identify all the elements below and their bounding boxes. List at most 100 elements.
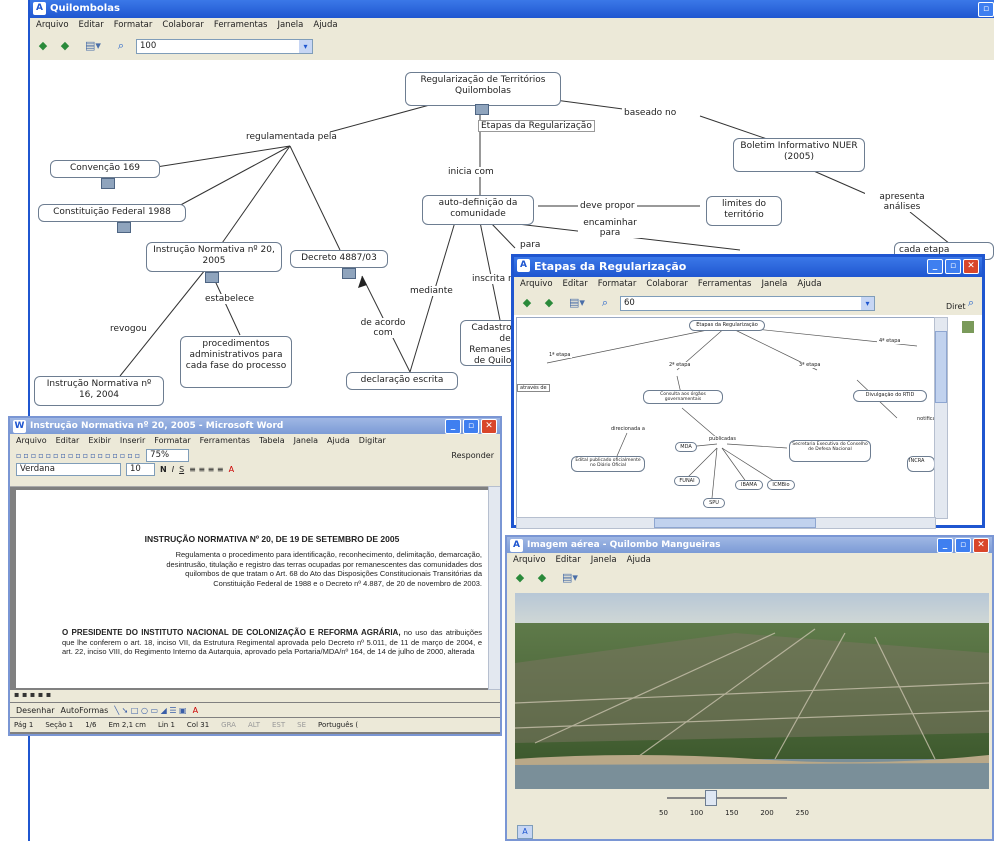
maximize-button[interactable]: ▫ — [955, 538, 971, 553]
back-arrow-icon[interactable]: ◆ — [520, 296, 534, 310]
concept-decreto[interactable]: Decreto 4887/03 — [290, 250, 388, 268]
concept-limites[interactable]: limites do território — [706, 196, 782, 226]
menu-inserir[interactable]: Inserir — [120, 434, 145, 448]
italic-icon[interactable]: I — [172, 465, 174, 474]
drawing-tool-icons[interactable]: ╲ ➘ □ ○ ▭ ◢ ☰ ▣ — [114, 706, 186, 715]
etapas-node-spu[interactable]: SPU — [703, 498, 725, 508]
resource-icon[interactable] — [101, 178, 115, 189]
back-arrow-icon[interactable]: ◆ — [513, 571, 527, 585]
concept-instrucao20[interactable]: Instrução Normativa nº 20, 2005 — [146, 242, 282, 272]
minimize-button[interactable]: _ — [927, 259, 943, 274]
font-color-icon[interactable]: A — [193, 706, 198, 715]
zoom-select[interactable]: 60 ▾ — [620, 295, 875, 311]
menu-editar[interactable]: Editar — [563, 277, 588, 291]
font-name-select[interactable]: Verdana — [16, 462, 121, 476]
menu-colaborar[interactable]: Colaborar — [646, 277, 688, 291]
menu-editar[interactable]: Editar — [56, 434, 80, 448]
etapas-vscroll-thumb[interactable] — [935, 331, 947, 403]
menu-janela[interactable]: Janela — [761, 277, 787, 291]
word-vscrollbar[interactable] — [488, 486, 500, 690]
menu-formatar[interactable]: Formatar — [598, 277, 637, 291]
concept-convencao[interactable]: Convenção 169 — [50, 160, 160, 178]
etapas-node-consulta[interactable]: Consulta aos órgãos governamentais — [643, 390, 723, 404]
underline-icon[interactable]: S — [179, 465, 184, 474]
menu-formatar[interactable]: Formatar — [154, 434, 190, 448]
forward-arrow-icon[interactable]: ◆ — [542, 296, 556, 310]
app-icon: A — [517, 825, 533, 839]
zoom-fit-icon[interactable]: ⌕ — [964, 296, 978, 310]
word-page[interactable]: INSTRUÇÃO NORMATIVA Nº 20, DE 19 DE SETE… — [16, 490, 488, 688]
resource-icon[interactable] — [475, 104, 489, 115]
menu-exibir[interactable]: Exibir — [88, 434, 111, 448]
etapas-hscroll-thumb[interactable] — [654, 518, 816, 528]
maximize-button[interactable]: ▫ — [463, 419, 479, 434]
close-button[interactable]: ✕ — [963, 259, 979, 274]
etapas-node-divulgacao[interactable]: Divulgação do RTID — [853, 390, 927, 402]
resource-icon[interactable] — [117, 222, 131, 233]
status-page: Pág 1 — [14, 721, 34, 729]
app-icon: A — [517, 259, 530, 272]
etapas-node-edital[interactable]: Edital publicado oficialmente no Diário … — [571, 456, 645, 472]
minimize-button[interactable]: _ — [445, 419, 461, 434]
label-para: para — [518, 240, 543, 250]
menu-ajuda[interactable]: Ajuda — [797, 277, 821, 291]
etapas-node-funai[interactable]: FUNAI — [674, 476, 700, 486]
concept-constituicao[interactable]: Constituição Federal 1988 — [38, 204, 186, 222]
maximize-button[interactable]: ▫ — [945, 259, 961, 274]
font-name-value: Verdana — [20, 463, 55, 474]
concept-procedimentos[interactable]: procedimentos administrativos para cada … — [180, 336, 292, 388]
view-mode-icons[interactable]: ▪ ▪ ▪ ▪ ▪ — [10, 690, 51, 699]
reply-button[interactable]: Responder — [451, 451, 494, 460]
autoshapes-menu[interactable]: AutoFormas — [61, 706, 109, 715]
label-mediante: mediante — [408, 286, 455, 296]
etapas-label: 2ª etapa — [667, 362, 693, 368]
forward-arrow-icon[interactable]: ◆ — [535, 571, 549, 585]
resource-panel-icon[interactable] — [962, 321, 974, 333]
view-icon[interactable]: ▤▾ — [557, 571, 583, 585]
close-button[interactable]: ✕ — [481, 419, 497, 434]
concept-root[interactable]: Regularização de Territórios Quilombolas — [405, 72, 561, 106]
word-window: W Instrução Normativa nº 20, 2005 - Micr… — [8, 416, 502, 736]
standard-tool-icons[interactable]: ▫▫▫▫▫▫▫▫▫▫▫▫▫▫▫▫▫ — [16, 451, 142, 460]
etapas-node-mda[interactable]: MDA — [675, 442, 697, 452]
menu-digitar[interactable]: Digitar — [359, 434, 386, 448]
menu-janela[interactable]: Janela — [591, 553, 617, 567]
font-color-icon[interactable]: A — [229, 465, 234, 474]
menu-ferramentas[interactable]: Ferramentas — [200, 434, 250, 448]
concept-instrucao16[interactable]: Instrução Normativa nº 16, 2004 — [34, 376, 164, 406]
close-button[interactable]: ✕ — [973, 538, 989, 553]
menu-tabela[interactable]: Tabela — [259, 434, 285, 448]
view-icon[interactable]: ▤▾ — [564, 296, 590, 310]
etapas-node-incra[interactable]: INCRA — [907, 456, 935, 472]
menu-ajuda[interactable]: Ajuda — [627, 553, 651, 567]
menu-arquivo[interactable]: Arquivo — [513, 553, 546, 567]
concept-declaracao[interactable]: declaração escrita — [346, 372, 458, 390]
menu-arquivo[interactable]: Arquivo — [16, 434, 47, 448]
bold-icon[interactable]: N — [160, 465, 167, 474]
menu-janela[interactable]: Janela — [294, 434, 318, 448]
etapas-node-secretaria[interactable]: Secretaria Executiva do Conselho de Defe… — [789, 440, 871, 462]
zoom-icon: ⌕ — [601, 296, 609, 309]
status-gra: GRA — [221, 721, 236, 729]
etapas-canvas: Etapas da Regularização 1ª etapa 2ª etap… — [516, 317, 936, 519]
etapas-titlebar: A Etapas da Regularização _ ▫ ✕ — [514, 257, 982, 277]
slider-ticks: 50 100 150 200 250 — [659, 809, 809, 817]
minimize-button[interactable]: _ — [937, 538, 953, 553]
resource-icon[interactable] — [342, 268, 356, 279]
resource-icon[interactable] — [205, 272, 219, 283]
draw-menu[interactable]: Desenhar — [16, 706, 55, 715]
slider-track[interactable] — [667, 797, 787, 799]
menu-arquivo[interactable]: Arquivo — [520, 277, 553, 291]
menu-editar[interactable]: Editar — [556, 553, 581, 567]
etapas-node-ibama[interactable]: IBAMA — [735, 480, 763, 490]
etapas-node-root[interactable]: Etapas da Regularização — [689, 320, 765, 331]
align-icons[interactable]: ≡ ≡ ≡ ≡ — [189, 465, 223, 474]
concept-autodef[interactable]: auto-definição da comunidade — [422, 195, 534, 225]
font-size-select[interactable]: 10 — [126, 462, 155, 476]
concept-boletim[interactable]: Boletim Informativo NUER (2005) — [733, 138, 865, 172]
slider-thumb[interactable] — [705, 790, 717, 806]
menu-ajuda[interactable]: Ajuda — [327, 434, 350, 448]
word-zoom-select[interactable]: 75% — [146, 448, 190, 462]
menu-ferramentas[interactable]: Ferramentas — [698, 277, 752, 291]
etapas-node-icmbio[interactable]: ICMBio — [767, 480, 795, 490]
